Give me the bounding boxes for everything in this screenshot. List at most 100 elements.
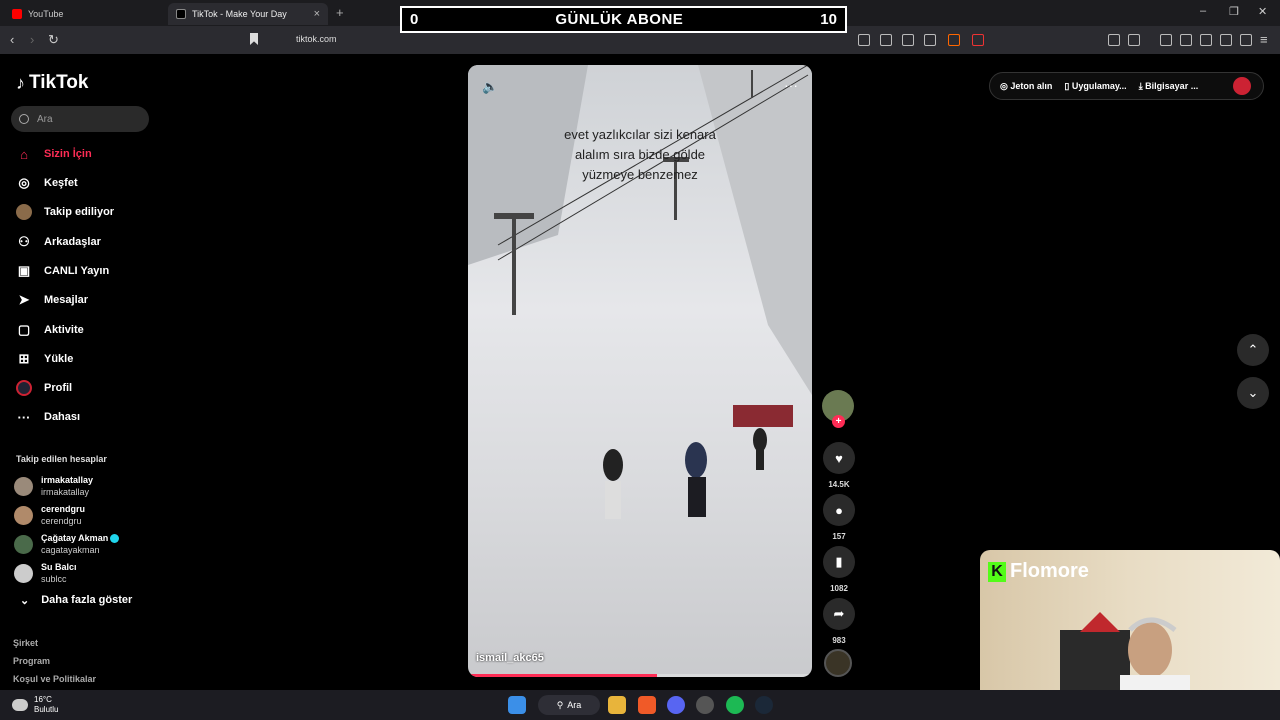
weather-widget[interactable]: 16°C Bulutlu — [12, 695, 58, 715]
video-author[interactable]: ismail_akc65 — [476, 652, 544, 664]
temperature: 16°C — [34, 695, 52, 704]
footer-link-program[interactable]: Program — [13, 656, 50, 666]
following-account[interactable]: Su Balcı sublcc — [14, 561, 77, 585]
music-icon[interactable] — [1160, 34, 1172, 46]
footer-link-company[interactable]: Şirket — [13, 638, 38, 648]
sidebar-item-more[interactable]: ··· Dahası — [16, 409, 81, 425]
follow-plus-icon[interactable]: + — [832, 415, 845, 428]
following-account[interactable]: irmakatallay irmakatallay — [14, 474, 93, 498]
close-icon[interactable]: × — [314, 8, 320, 20]
counter-left: 0 — [410, 11, 419, 28]
upload-icon: ⊞ — [18, 351, 30, 366]
forward-icon[interactable]: › — [30, 32, 34, 47]
sidebar-item-following[interactable]: Takip ediliyor — [16, 204, 114, 220]
live-icon: ▣ — [17, 263, 31, 278]
following-account[interactable]: cerendgru cerendgru — [14, 503, 85, 527]
footer-link-terms[interactable]: Koşul ve Politikalar — [13, 674, 96, 684]
sidebar-item-for-you[interactable]: ⌂ Sizin İçin — [16, 146, 92, 162]
volume-icon[interactable]: 🔈 — [482, 79, 498, 95]
taskbar-search[interactable]: ⚲ Ara — [538, 695, 600, 715]
pc-app-button[interactable]: ⤓ Bilgisayar ... — [1139, 81, 1199, 92]
share-action[interactable]: ➦ 983 — [823, 598, 855, 645]
avatar — [14, 476, 33, 496]
comment-icon[interactable]: ● — [823, 494, 855, 526]
file-explorer-icon[interactable] — [608, 696, 626, 714]
minimize-button[interactable]: – — [1200, 5, 1206, 17]
more-options-icon[interactable]: ··· — [784, 77, 798, 93]
menu-icon[interactable]: ≡ — [1260, 32, 1268, 47]
creator-avatar[interactable]: + — [822, 390, 854, 428]
tab-tiktok[interactable]: TikTok - Make Your Day × — [168, 3, 328, 25]
video-progress-bar[interactable] — [468, 674, 812, 677]
bookmark-icon[interactable] — [250, 33, 258, 45]
youtube-icon — [12, 9, 22, 19]
back-icon[interactable]: ‹ — [10, 32, 14, 47]
heart-icon[interactable]: ♥ — [823, 442, 855, 474]
show-more-button[interactable]: ⌄ Daha fazla göster — [20, 594, 132, 607]
screenshot-icon[interactable] — [1128, 34, 1140, 46]
sidebar-item-activity[interactable]: ▢ Aktivite — [16, 322, 84, 338]
tiktok-logo[interactable]: ♪ TikTok — [16, 72, 88, 94]
app-icon[interactable] — [696, 696, 714, 714]
new-tab-button[interactable]: + — [336, 5, 344, 20]
spotify-icon[interactable] — [726, 696, 744, 714]
sidebar-item-friends[interactable]: ⚇ Arkadaşlar — [16, 234, 101, 250]
chevron-down-icon: ⌄ — [20, 595, 30, 607]
puzzle-icon[interactable] — [1108, 34, 1120, 46]
message-icon: ➤ — [18, 292, 30, 307]
save-count: 1082 — [830, 584, 848, 593]
bookmark-save-icon[interactable]: ▮ — [823, 546, 855, 578]
search-box[interactable] — [11, 106, 149, 132]
steam-icon[interactable] — [755, 696, 773, 714]
get-coins-button[interactable]: ◎ Jeton alın — [1000, 81, 1052, 92]
caption-line: evet yazlıkcılar sizi kenara — [564, 127, 716, 142]
music-disc-icon[interactable] — [824, 649, 852, 677]
next-video-button[interactable]: ⌄ — [1237, 377, 1269, 409]
sidebar-icon[interactable] — [1180, 34, 1192, 46]
close-window-button[interactable]: ✕ — [1258, 5, 1267, 18]
save-action[interactable]: ▮ 1082 — [823, 546, 855, 593]
tab-youtube[interactable]: YouTube — [4, 3, 166, 25]
url-field[interactable]: tiktok.com — [296, 34, 337, 44]
taskbar-search-label: Ara — [567, 700, 582, 710]
more-icon: ··· — [17, 409, 31, 425]
like-action[interactable]: ♥ 14.5K — [823, 442, 855, 489]
avatar — [14, 563, 33, 583]
leo-icon[interactable] — [1220, 34, 1232, 46]
translate-icon[interactable] — [902, 34, 914, 46]
maximize-button[interactable]: ❐ — [1229, 5, 1239, 18]
sidebar-item-live[interactable]: ▣ CANLI Yayın — [16, 263, 109, 279]
comment-action[interactable]: ● 157 — [823, 494, 855, 541]
activity-icon: ▢ — [17, 322, 31, 337]
share-icon[interactable] — [924, 34, 936, 46]
sidebar-item-messages[interactable]: ➤ Mesajlar — [16, 292, 88, 308]
sidebar-item-label: Aktivite — [44, 324, 84, 336]
sidebar-item-explore[interactable]: ◎ Keşfet — [16, 175, 77, 191]
share-arrow-icon[interactable]: ➦ — [823, 598, 855, 630]
search-input[interactable] — [37, 113, 137, 125]
profile-icon — [16, 380, 32, 396]
brave-browser-icon[interactable] — [638, 696, 656, 714]
following-account[interactable]: Çağatay Akman cagatayakman — [14, 532, 120, 556]
sidebar-item-profile[interactable]: Profil — [16, 380, 72, 396]
get-app-button[interactable]: ▯ Uygulamay... — [1064, 81, 1126, 92]
windows-start-icon[interactable] — [508, 696, 526, 714]
counter-right: 10 — [820, 11, 837, 28]
wallet-icon[interactable] — [1200, 34, 1212, 46]
extension-icon[interactable] — [858, 34, 870, 46]
sidebar-item-label: Mesajlar — [44, 294, 89, 306]
reload-icon[interactable]: ↻ — [48, 32, 59, 48]
vpn-icon[interactable] — [1240, 34, 1252, 46]
pc-label: Bilgisayar ... — [1145, 80, 1199, 91]
rewards-icon[interactable] — [972, 34, 984, 46]
caption-line: alalım sıra bizde gölde — [574, 147, 706, 162]
discord-icon[interactable] — [667, 696, 685, 714]
avatar[interactable] — [1233, 77, 1251, 95]
sidebar-item-upload[interactable]: ⊞ Yükle — [16, 351, 74, 367]
cast-icon[interactable] — [880, 34, 892, 46]
previous-video-button[interactable]: ⌃ — [1237, 334, 1269, 366]
brave-shield-icon[interactable] — [948, 34, 960, 46]
account-name: Su Balcı — [41, 562, 77, 572]
video-player[interactable]: 🔈 ··· evet yazlıkcılar sizi kenara alalı… — [468, 65, 812, 677]
following-avatar-icon — [16, 204, 32, 220]
